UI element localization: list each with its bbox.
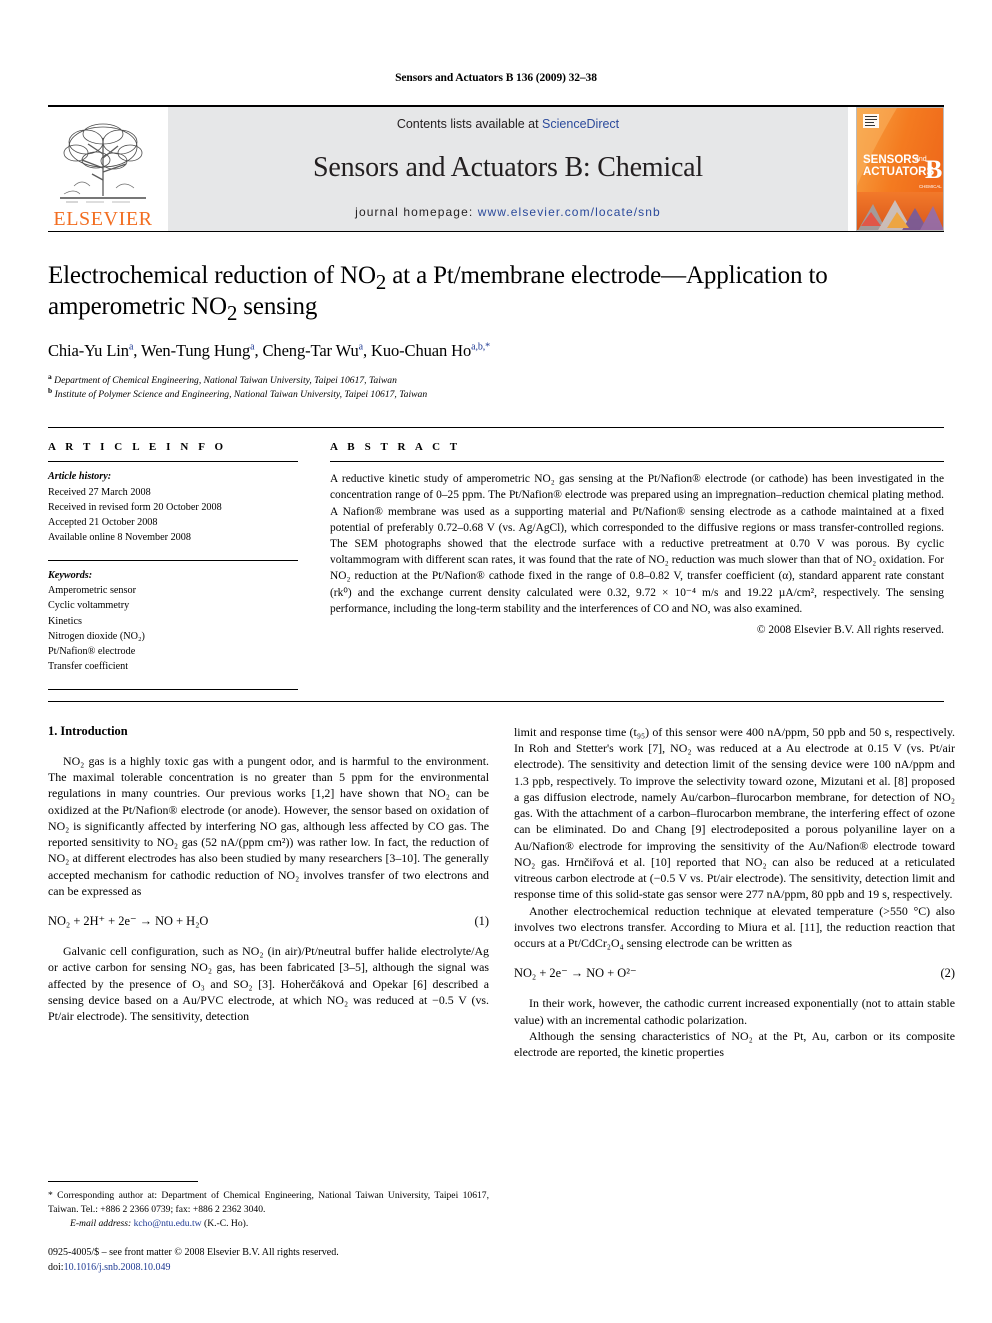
keyword-item: Cyclic voltammetry xyxy=(48,600,130,612)
keywords-block: Keywords: Amperometric sensor Cyclic vol… xyxy=(48,568,298,675)
journal-homepage-line: journal homepage: www.elsevier.com/locat… xyxy=(355,205,661,219)
article-history-heading: Article history: xyxy=(48,471,112,483)
history-item: Received in revised form 20 October 2008 xyxy=(48,501,222,513)
article-info-column: A R T I C L E I N F O Article history: R… xyxy=(48,441,298,690)
body-paragraph: In their work, however, the cathodic cur… xyxy=(514,996,955,1027)
equation-2-expression: NO₂ + 2e⁻ → NO + O²⁻ xyxy=(514,966,637,981)
abstract-bottom-rule xyxy=(48,700,944,702)
doi-link[interactable]: 10.1016/j.snb.2008.10.049 xyxy=(64,1262,171,1273)
journal-title: Sensors and Actuators B: Chemical xyxy=(312,152,703,183)
email-suffix: (K.-C. Ho). xyxy=(204,1218,249,1230)
equation-1: NO₂ + 2H⁺ + 2e⁻ → NO + H₂O (1) xyxy=(48,913,489,929)
sciencedirect-link[interactable]: ScienceDirect xyxy=(542,117,619,131)
equation-2-number: (2) xyxy=(940,966,955,981)
keyword-item: Amperometric sensor xyxy=(48,585,136,596)
equation-1-expression: NO₂ + 2H⁺ + 2e⁻ → NO + H₂O xyxy=(48,914,209,929)
email-label: E-mail address: xyxy=(70,1218,132,1230)
footnote-rule xyxy=(48,1181,198,1183)
author-item: Cheng-Tar Wua, xyxy=(262,341,372,360)
title-line-2: amperometric NO2 sensing xyxy=(48,292,318,325)
journal-masthead: ELSEVIER Contents lists available at Sci… xyxy=(48,105,944,231)
body-columns: 1. Introduction NO₂ gas is a highly toxi… xyxy=(48,724,955,1061)
author-item: Chia-Yu Lina, xyxy=(48,341,142,360)
affiliation-item: b Institute of Polymer Science and Engin… xyxy=(48,385,428,400)
keyword-item: Transfer coefficient xyxy=(48,661,129,673)
keyword-item: Pt/Nafion® electrode xyxy=(48,646,136,658)
abstract-rule xyxy=(330,461,944,463)
body-paragraph: Galvanic cell configuration, such as NO₂… xyxy=(48,944,489,1024)
cover-line-sensors: SENSORS xyxy=(863,154,920,166)
journal-cover-art: SENSORS and ACTUATORS B CHEMICAL xyxy=(857,108,943,230)
keywords-heading: Keywords: xyxy=(48,569,93,581)
cover-sublabel: CHEMICAL xyxy=(919,184,942,189)
issn-copyright-block: 0925-4005/$ – see front matter © 2008 El… xyxy=(48,1246,489,1275)
elsevier-tree-icon xyxy=(60,123,146,203)
abstract-heading: A B S T R A C T xyxy=(330,441,461,454)
body-paragraph: Another electrochemical reduction techni… xyxy=(514,903,955,951)
history-item: Received 27 March 2008 xyxy=(48,486,151,498)
contents-prefix: Contents lists available at xyxy=(396,117,543,131)
abstract-body: A reductive kinetic study of amperometri… xyxy=(330,473,944,615)
equation-1-number: (1) xyxy=(474,914,489,929)
body-paragraph: Although the sensing characteristics of … xyxy=(514,1028,955,1060)
article-info-rule xyxy=(48,461,298,463)
journal-cover-thumbnail: SENSORS and ACTUATORS B CHEMICAL xyxy=(856,107,944,231)
author-list: Chia-Yu Lina, Wen-Tung Hunga, Cheng-Tar … xyxy=(48,341,944,361)
keyword-item: Nitrogen dioxide (NO₂) xyxy=(48,630,145,642)
keywords-top-rule xyxy=(48,559,298,561)
article-history-block: Article history: Received 27 March 2008 … xyxy=(48,469,298,545)
affiliation-list: a Department of Chemical Engineering, Na… xyxy=(48,371,944,401)
history-item: Available online 8 November 2008 xyxy=(48,532,191,544)
email-link[interactable]: kcho@ntu.edu.tw xyxy=(134,1218,202,1229)
elsevier-wordmark: ELSEVIER xyxy=(53,208,153,230)
footnote-area: * Corresponding author at: Department of… xyxy=(48,1181,489,1275)
body-paragraph: NO₂ gas is a highly toxic gas with a pun… xyxy=(48,753,489,898)
page-title: Electrochemical reduction of NO2 at a Pt… xyxy=(48,261,944,325)
running-head: Sensors and Actuators B 136 (2009) 32–38 xyxy=(395,72,597,84)
body-paragraph: limit and response time (t₉₅) of this se… xyxy=(514,724,955,902)
masthead-bottom-rule xyxy=(48,231,944,232)
abstract-column: A B S T R A C T A reductive kinetic stud… xyxy=(330,441,944,690)
doi-line: doi:10.1016/j.snb.2008.10.049 xyxy=(48,1261,489,1276)
contents-available-line: Contents lists available at ScienceDirec… xyxy=(397,117,619,131)
cover-letter-b: B xyxy=(925,155,942,184)
body-left-column: 1. Introduction NO₂ gas is a highly toxi… xyxy=(48,724,489,1061)
title-line-1: Electrochemical reduction of NO2 at a Pt… xyxy=(48,262,828,294)
equation-2: NO₂ + 2e⁻ → NO + O²⁻ (2) xyxy=(514,965,955,981)
keyword-item: Kinetics xyxy=(48,615,82,627)
journal-article-page: Sensors and Actuators B 136 (2009) 32–38 xyxy=(0,0,992,1323)
homepage-url-link[interactable]: www.elsevier.com/locate/snb xyxy=(478,205,661,219)
section-heading-introduction: 1. Introduction xyxy=(48,723,128,738)
info-abstract-region: A R T I C L E I N F O Article history: R… xyxy=(48,427,944,690)
history-item: Accepted 21 October 2008 xyxy=(48,517,158,529)
affiliation-item: a Department of Chemical Engineering, Na… xyxy=(48,371,397,386)
elsevier-logo: ELSEVIER xyxy=(48,107,158,231)
email-note: E-mail address: kcho@ntu.edu.tw (K.-C. H… xyxy=(48,1217,489,1231)
abstract-copyright: © 2008 Elsevier B.V. All rights reserved… xyxy=(756,623,944,636)
keywords-bottom-rule xyxy=(48,688,298,690)
article-info-heading: A R T I C L E I N F O xyxy=(48,441,227,454)
journal-band: Contents lists available at ScienceDirec… xyxy=(168,107,848,231)
corresponding-author-note: * Corresponding author at: Department of… xyxy=(48,1190,489,1216)
body-right-column: limit and response time (t₉₅) of this se… xyxy=(514,724,955,1061)
cover-line-actuators: ACTUATORS xyxy=(863,166,934,178)
author-item: Wen-Tung Hunga, xyxy=(141,341,263,360)
doi-label: doi: xyxy=(48,1261,64,1273)
homepage-label: journal homepage: xyxy=(355,205,474,219)
author-item: Kuo-Chuan Hoa,b,* xyxy=(371,341,491,360)
issn-line: 0925-4005/$ – see front matter © 2008 El… xyxy=(48,1247,339,1258)
